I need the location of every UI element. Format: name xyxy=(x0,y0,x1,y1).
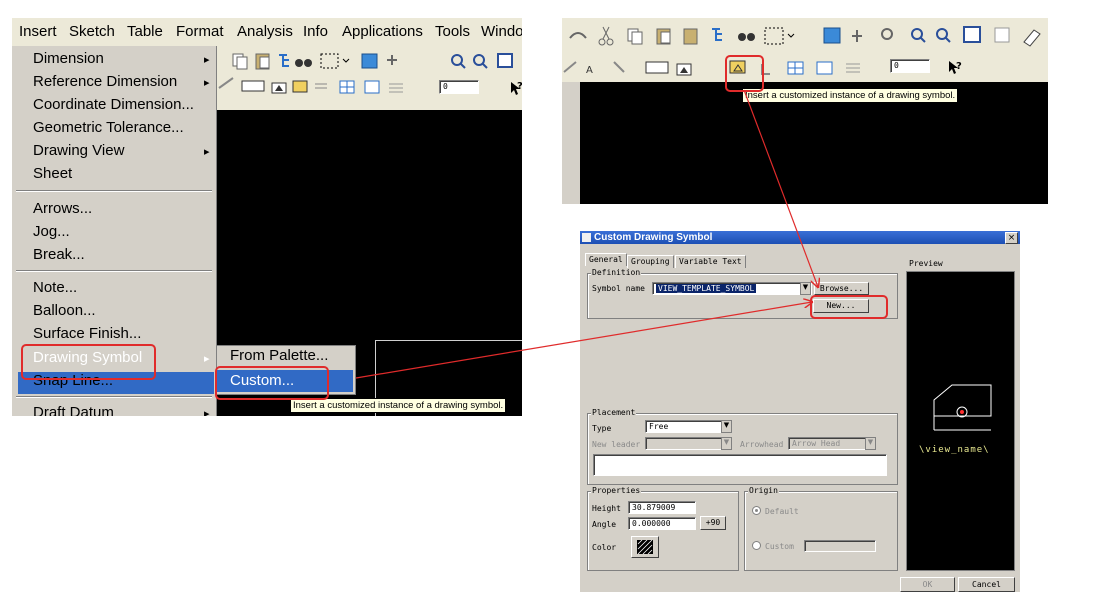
arrow-custom-to-new xyxy=(355,302,812,379)
arrow-toolbar-to-browse xyxy=(743,89,818,287)
annotation-arrows xyxy=(355,89,1101,379)
